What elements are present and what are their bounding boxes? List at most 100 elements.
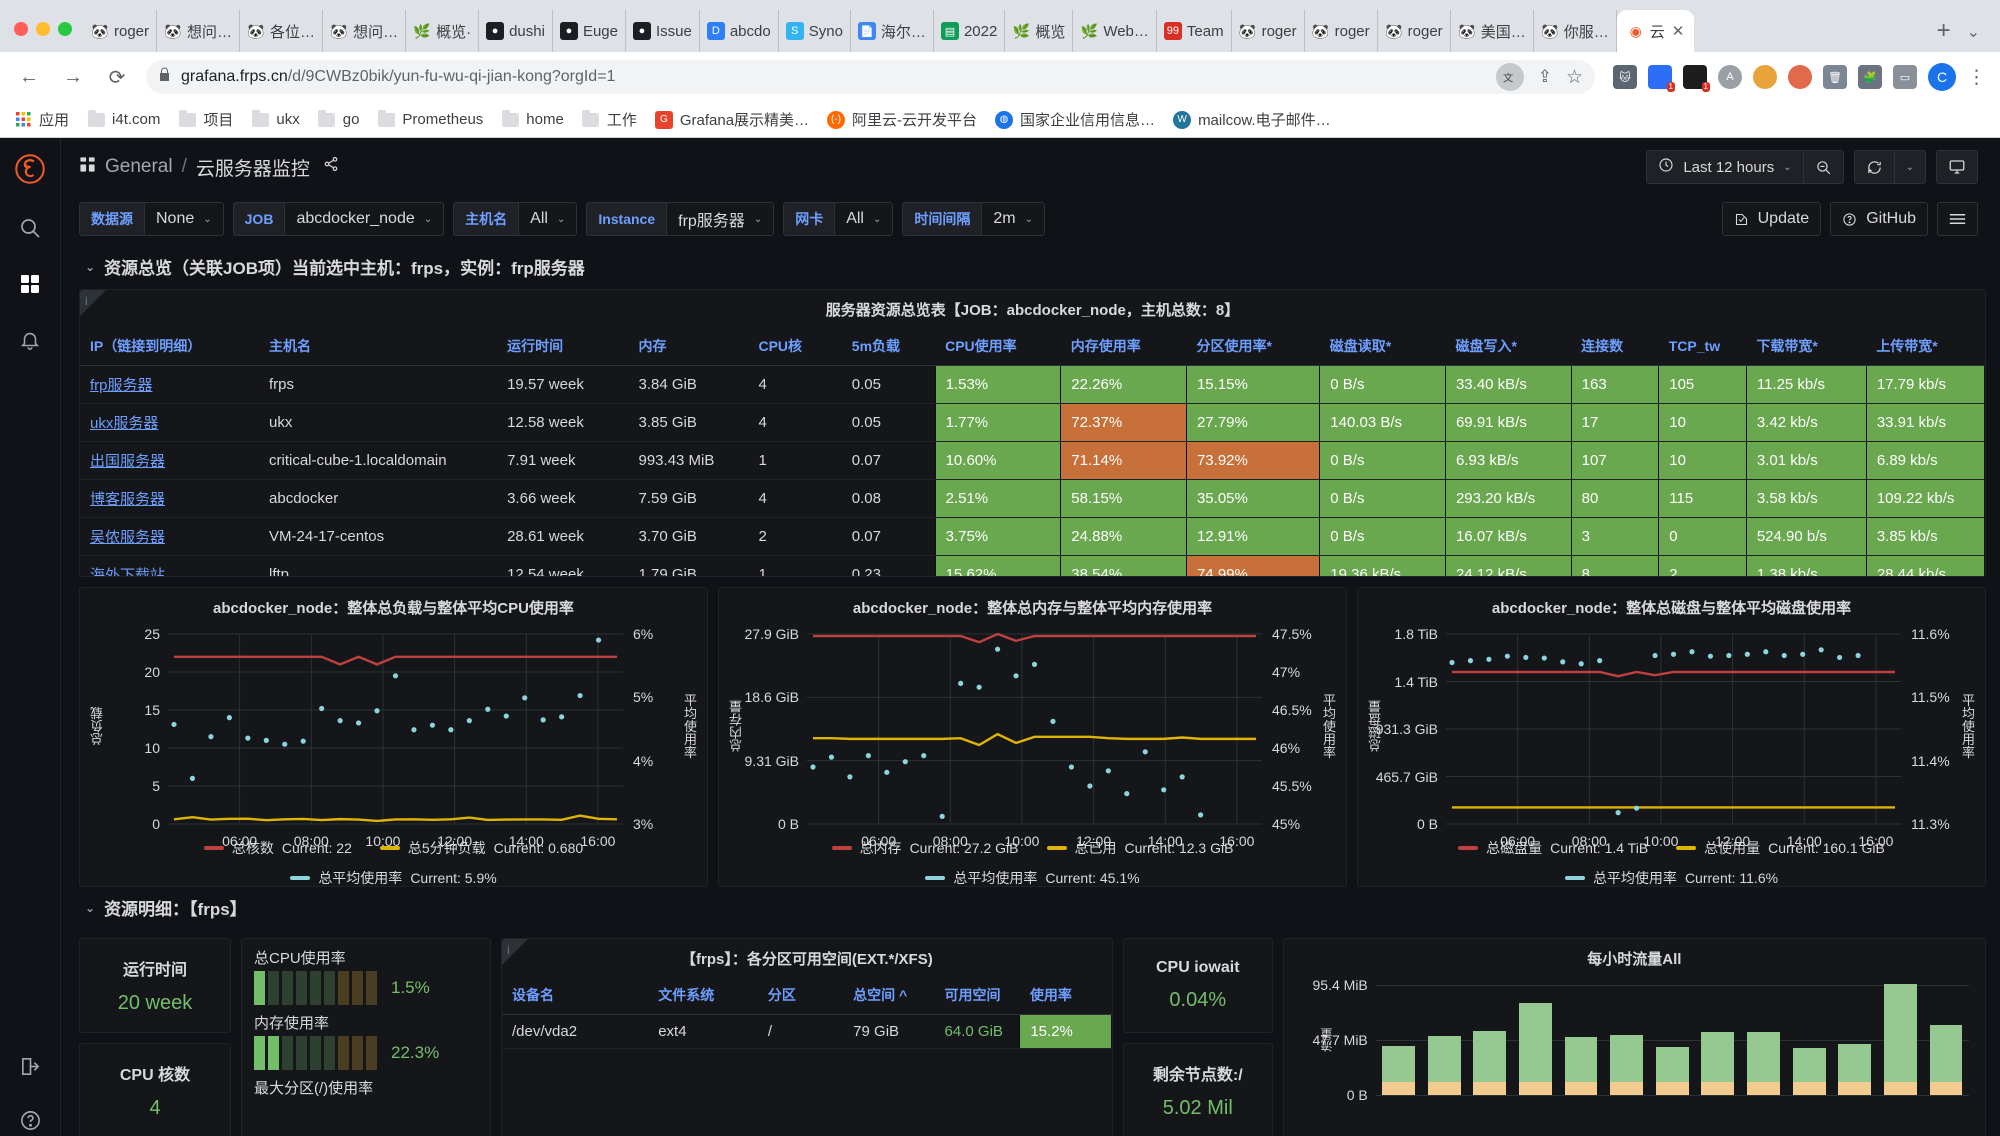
refresh-interval-picker[interactable]: ⌄ — [1894, 150, 1926, 184]
info-icon[interactable]: i — [507, 943, 510, 957]
row-header-detail[interactable]: ⌄ 资源明细：【frps】 — [79, 887, 1986, 930]
legend-item[interactable]: 总5分钟负载 Current: 0.680 — [379, 838, 583, 858]
column-header[interactable]: 下载带宽* — [1746, 327, 1867, 366]
adblock-extension-icon[interactable]: A — [1718, 65, 1742, 89]
cell-ip-link[interactable]: 吴侬服务器 — [80, 517, 260, 556]
column-header[interactable]: 磁盘读取* — [1319, 327, 1446, 366]
bookmark-item[interactable]: go — [318, 109, 359, 129]
ip-link[interactable]: 博客服务器 — [90, 491, 165, 508]
zoom-out-button[interactable] — [1803, 150, 1844, 184]
bookmark-item[interactable]: 应用 — [14, 109, 69, 130]
bookmark-star-icon[interactable]: ☆ — [1566, 66, 1583, 89]
legend-item[interactable]: 总磁盘量 Current: 1.4 TiB — [1458, 838, 1648, 858]
variable-select[interactable]: All ⌄ — [834, 202, 894, 236]
pocket-extension-icon[interactable]: 1 — [1648, 65, 1675, 92]
bookmark-item[interactable]: ◍ 国家企业信用信息… — [995, 109, 1155, 130]
search-icon[interactable] — [16, 214, 44, 242]
cell-ip-link[interactable]: frp服务器 — [80, 365, 260, 404]
browser-tab[interactable]: 🌿 概览 — [1005, 10, 1074, 52]
legend-item[interactable]: 总平均使用率 Current: 5.9% — [290, 868, 497, 888]
color-extension-icon[interactable] — [1753, 65, 1777, 89]
column-header[interactable]: 总空间 ^ — [843, 976, 935, 1015]
bookmark-item[interactable]: 工作 — [582, 109, 637, 130]
variable-select[interactable]: abcdocker_node ⌄ — [284, 202, 445, 236]
device-extension-icon[interactable]: ▭ — [1893, 65, 1917, 89]
browser-tab[interactable]: ▤ 2022 — [934, 10, 1006, 52]
github-button[interactable]: GitHub — [1830, 202, 1928, 236]
forward-icon[interactable]: → — [58, 62, 88, 92]
close-icon[interactable]: ✕ — [1672, 22, 1685, 40]
ip-link[interactable]: ukx服务器 — [90, 415, 158, 432]
column-header[interactable]: 内存 — [628, 327, 749, 366]
variable-select[interactable]: All ⌄ — [518, 202, 578, 236]
browser-tab-active[interactable]: ◉ 云 ✕ — [1616, 10, 1695, 52]
legend-item[interactable]: 总使用量 Current: 160.1 GiB — [1676, 838, 1885, 858]
share-icon[interactable] — [323, 156, 339, 178]
column-header[interactable]: IP（链接到明细） — [80, 327, 260, 366]
row-header-overview[interactable]: ⌄ 资源总览（关联JOB项）当前选中主机：frps，实例：frp服务器 — [79, 246, 1986, 289]
bookmark-item[interactable]: ukx — [251, 109, 300, 129]
browser-tab[interactable]: S Syno — [779, 10, 851, 52]
close-window-button[interactable] — [14, 22, 28, 36]
update-button[interactable]: Update — [1721, 202, 1822, 236]
octocat-extension-icon[interactable]: 🐱 — [1613, 65, 1637, 89]
breadcrumb-folder[interactable]: General — [105, 156, 173, 178]
legend-item[interactable]: 总平均使用率 Current: 45.1% — [925, 868, 1140, 888]
reload-icon[interactable]: ⟳ — [102, 62, 132, 92]
column-header[interactable]: 运行时间 — [497, 327, 629, 366]
browser-tab[interactable]: 🐼 roger — [1305, 10, 1378, 52]
new-tab-button[interactable]: + — [1927, 14, 1961, 48]
ip-link[interactable]: 海外下载站 — [90, 567, 165, 576]
time-range-picker[interactable]: Last 12 hours ⌄ — [1646, 150, 1804, 184]
minimize-window-button[interactable] — [36, 22, 50, 36]
browser-tab[interactable]: 🐼 各位… — [240, 10, 324, 52]
help-icon[interactable] — [16, 1106, 44, 1134]
variable-select[interactable]: frp服务器 ⌄ — [666, 202, 775, 236]
column-header[interactable]: 文件系统 — [648, 976, 758, 1015]
browser-tab[interactable]: ● dushi — [479, 10, 553, 52]
browser-tab[interactable]: ● Euge — [553, 10, 626, 52]
variable-select[interactable]: 2m ⌄ — [981, 202, 1045, 236]
trash-extension-icon[interactable]: 🗑 — [1823, 65, 1847, 89]
back-icon[interactable]: ← — [14, 62, 44, 92]
alerting-bell-icon[interactable] — [16, 326, 44, 354]
browser-tab[interactable]: 99 Team — [1157, 10, 1232, 52]
column-header[interactable]: 使用率 — [1019, 976, 1112, 1015]
column-header[interactable]: CPU核 — [748, 327, 842, 366]
column-header[interactable]: 设备名 — [502, 976, 649, 1015]
legend-item[interactable]: 总已用 Current: 12.3 GiB — [1046, 838, 1233, 858]
browser-tab[interactable]: Dabcdo — [700, 10, 779, 52]
bookmark-item[interactable]: (-) 阿里云-云开发平台 — [827, 109, 977, 130]
signout-icon[interactable] — [16, 1052, 44, 1080]
browser-tab[interactable]: 🐼 roger — [1232, 10, 1305, 52]
cell-ip-link[interactable]: 海外下载站 — [80, 555, 260, 576]
browser-tab[interactable]: 🐼 你服… — [1534, 10, 1617, 52]
browser-tab[interactable]: 📄 海尔… — [851, 10, 934, 52]
bookmark-item[interactable]: G Grafana展示精美… — [654, 109, 809, 130]
info-icon[interactable]: i — [85, 294, 88, 308]
cell-ip-link[interactable]: ukx服务器 — [80, 403, 260, 442]
column-header[interactable]: 连接数 — [1571, 327, 1659, 366]
bookmark-item[interactable]: 项目 — [178, 109, 233, 130]
column-header[interactable]: 内存使用率 — [1060, 327, 1187, 366]
browser-tab[interactable]: 🐼 美国… — [1451, 10, 1534, 52]
window-controls[interactable] — [10, 22, 84, 52]
ip-link[interactable]: 出国服务器 — [90, 453, 165, 470]
column-header[interactable]: 主机名 — [259, 327, 498, 366]
orange-extension-icon[interactable] — [1788, 65, 1812, 89]
bookmark-item[interactable]: i4t.com — [87, 109, 160, 129]
cell-ip-link[interactable]: 出国服务器 — [80, 441, 260, 480]
translate-icon[interactable]: 文 — [1495, 63, 1524, 91]
ip-link[interactable]: frp服务器 — [90, 377, 153, 394]
tv-mode-button[interactable] — [1936, 150, 1978, 184]
column-header[interactable]: 上传带宽* — [1866, 327, 1985, 366]
panel-menu-button[interactable] — [1937, 202, 1978, 236]
column-header[interactable]: 分区 — [757, 976, 844, 1015]
dark-extension-icon[interactable]: 1 — [1683, 65, 1710, 92]
profile-avatar[interactable]: C — [1928, 63, 1956, 91]
browser-tab[interactable]: 🐼 想问… — [323, 10, 407, 52]
refresh-button[interactable] — [1853, 150, 1895, 184]
column-header[interactable]: 磁盘写入* — [1445, 327, 1572, 366]
cell-ip-link[interactable]: 博客服务器 — [80, 479, 260, 518]
maximize-window-button[interactable] — [58, 22, 72, 36]
